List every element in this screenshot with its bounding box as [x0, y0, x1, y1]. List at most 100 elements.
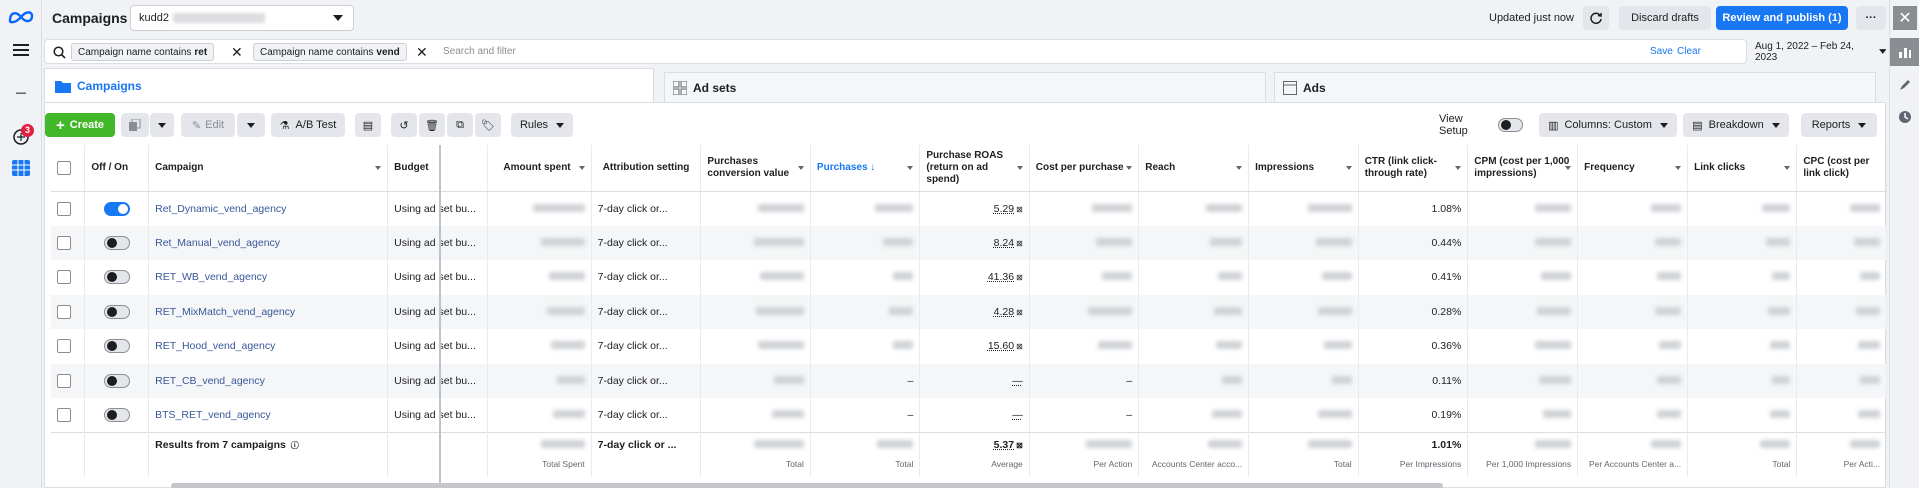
horizontal-scrollbar[interactable]: [171, 483, 1443, 488]
table-row[interactable]: Ret_Dynamic_vend_agency Using ad set bu..…: [51, 191, 1887, 226]
rules-button[interactable]: Rules: [511, 113, 573, 137]
create-button[interactable]: + Create: [45, 113, 115, 137]
col-header-purchase-roas[interactable]: Purchase ROAS (return on ad spend): [920, 145, 1029, 191]
view-setup-switch[interactable]: [1498, 118, 1523, 132]
row-checkbox[interactable]: [57, 202, 71, 216]
date-range-picker[interactable]: Aug 1, 2022 – Feb 24, 2023: [1755, 39, 1886, 64]
col-header-cpm[interactable]: CPM (cost per 1,000 impressions): [1468, 145, 1578, 191]
campaign-toggle[interactable]: [104, 202, 130, 216]
campaign-toggle[interactable]: [104, 374, 130, 388]
row-checkbox[interactable]: [57, 305, 71, 319]
remove-filter-icon[interactable]: ✕: [416, 45, 428, 59]
reports-button[interactable]: Reports: [1801, 113, 1877, 137]
filter-chip-vend[interactable]: Campaign name contains vend: [253, 43, 407, 61]
info-icon[interactable]: ⊠: [1016, 441, 1023, 450]
account-logo-icon[interactable]: ▬▬: [0, 90, 42, 96]
row-select-cell[interactable]: [51, 226, 85, 261]
table-row[interactable]: Ret_Manual_vend_agency Using ad set bu...…: [51, 226, 1887, 261]
info-icon[interactable]: ⊠: [1016, 205, 1023, 214]
campaign-toggle[interactable]: [104, 339, 130, 353]
save-filter-link[interactable]: Save: [1650, 46, 1673, 57]
archive-button[interactable]: ▤: [355, 113, 381, 137]
table-row[interactable]: RET_CB_vend_agency Using ad set bu... 7-da…: [51, 364, 1887, 399]
roas-value[interactable]: 15.60: [988, 340, 1014, 352]
row-select-cell[interactable]: [51, 295, 85, 330]
table-row[interactable]: RET_MixMatch_vend_agency Using ad set bu.…: [51, 295, 1887, 330]
preview-button[interactable]: ⧉: [447, 113, 473, 137]
close-icon[interactable]: ✕: [1893, 6, 1917, 30]
col-header-purchases-conversion-value[interactable]: Purchases conversion value: [701, 145, 811, 191]
roas-value[interactable]: —: [1012, 409, 1023, 421]
col-header-cost-per-purchase[interactable]: Cost per purchase: [1029, 145, 1138, 191]
info-icon[interactable]: ⊠: [1016, 308, 1023, 317]
campaign-toggle[interactable]: [104, 236, 130, 250]
discard-drafts-button[interactable]: Discard drafts: [1619, 6, 1711, 30]
search-input[interactable]: Search and filter: [443, 46, 516, 57]
roas-value[interactable]: 4.28: [994, 306, 1014, 318]
row-select-cell[interactable]: [51, 398, 85, 433]
campaign-link[interactable]: RET_WB_vend_agency: [155, 271, 267, 283]
col-header-campaign[interactable]: Campaign: [149, 145, 388, 191]
row-select-cell[interactable]: [51, 260, 85, 295]
delete-button[interactable]: 🗑: [419, 113, 445, 137]
col-header-link-clicks[interactable]: Link clicks: [1688, 145, 1797, 191]
col-header-attribution[interactable]: Attribution setting: [591, 145, 701, 191]
campaign-link[interactable]: RET_Hood_vend_agency: [155, 340, 275, 352]
col-header-impressions[interactable]: Impressions: [1249, 145, 1359, 191]
clear-filter-link[interactable]: Clear: [1677, 46, 1701, 57]
select-all-checkbox[interactable]: [57, 161, 71, 175]
roas-value[interactable]: —: [1012, 375, 1023, 387]
campaign-link[interactable]: Ret_Manual_vend_agency: [155, 237, 280, 249]
row-select-cell[interactable]: [51, 364, 85, 399]
frozen-column-divider[interactable]: [439, 145, 441, 488]
refresh-button[interactable]: [1583, 6, 1609, 30]
table-row[interactable]: BTS_RET_vend_agency Using ad set bu... 7-d…: [51, 398, 1887, 433]
row-checkbox[interactable]: [57, 236, 71, 250]
duplicate-dropdown[interactable]: [150, 113, 174, 137]
campaign-toggle[interactable]: [104, 305, 130, 319]
campaign-link[interactable]: Ret_Dynamic_vend_agency: [155, 203, 286, 215]
meta-logo-icon[interactable]: [0, 10, 42, 24]
more-options-button[interactable]: ···: [1856, 6, 1886, 30]
notifications-icon[interactable]: 3: [0, 128, 42, 146]
row-select-cell[interactable]: [51, 329, 85, 364]
tag-button[interactable]: 🏷: [475, 113, 501, 137]
select-all-cell[interactable]: [51, 145, 85, 191]
row-select-cell[interactable]: [51, 191, 85, 226]
tab-ad-sets[interactable]: Ad sets: [664, 72, 1266, 102]
ads-manager-table-icon[interactable]: [0, 160, 42, 176]
search-filter-box[interactable]: Campaign name contains ret ✕ Campaign nam…: [44, 39, 1747, 64]
roas-value[interactable]: 8.24: [994, 237, 1014, 249]
col-header-amount-spent[interactable]: Amount spent: [488, 145, 592, 191]
col-header-purchases[interactable]: Purchases ↓: [810, 145, 919, 191]
campaign-link[interactable]: BTS_RET_vend_agency: [155, 409, 271, 421]
table-row[interactable]: RET_WB_vend_agency Using ad set bu... 7-da…: [51, 260, 1887, 295]
duplicate-button[interactable]: [121, 113, 149, 137]
row-checkbox[interactable]: [57, 339, 71, 353]
review-and-publish-button[interactable]: Review and publish (1): [1716, 6, 1848, 30]
col-header-ctr[interactable]: CTR (link click-through rate): [1358, 145, 1468, 191]
roas-value[interactable]: 41.36: [988, 271, 1014, 283]
view-setup-toggle[interactable]: View Setup: [1439, 113, 1523, 137]
filter-chip-ret[interactable]: Campaign name contains ret: [71, 43, 214, 61]
edit-panel-icon[interactable]: [1890, 78, 1919, 91]
table-row[interactable]: RET_Hood_vend_agency Using ad set bu... 7-…: [51, 329, 1887, 364]
ab-test-button[interactable]: ⚗ A/B Test: [271, 113, 345, 137]
edit-dropdown[interactable]: [237, 113, 265, 137]
row-checkbox[interactable]: [57, 374, 71, 388]
columns-button[interactable]: ▥ Columns: Custom: [1539, 113, 1677, 137]
col-header-reach[interactable]: Reach: [1139, 145, 1249, 191]
summary-roas-value[interactable]: 5.37: [994, 439, 1014, 451]
info-icon[interactable]: ⊠: [1016, 239, 1023, 248]
campaign-toggle[interactable]: [104, 270, 130, 284]
campaign-toggle[interactable]: [104, 408, 130, 422]
row-checkbox[interactable]: [57, 408, 71, 422]
chart-panel-icon[interactable]: [1890, 38, 1919, 66]
menu-icon[interactable]: [0, 44, 42, 56]
campaign-link[interactable]: RET_CB_vend_agency: [155, 375, 265, 387]
info-icon[interactable]: ⊠: [1016, 273, 1023, 282]
undo-button[interactable]: ↺: [391, 113, 417, 137]
tab-campaigns[interactable]: Campaigns: [44, 68, 654, 102]
roas-value[interactable]: 5.29: [994, 203, 1014, 215]
account-selector[interactable]: kudd2: [130, 5, 354, 31]
